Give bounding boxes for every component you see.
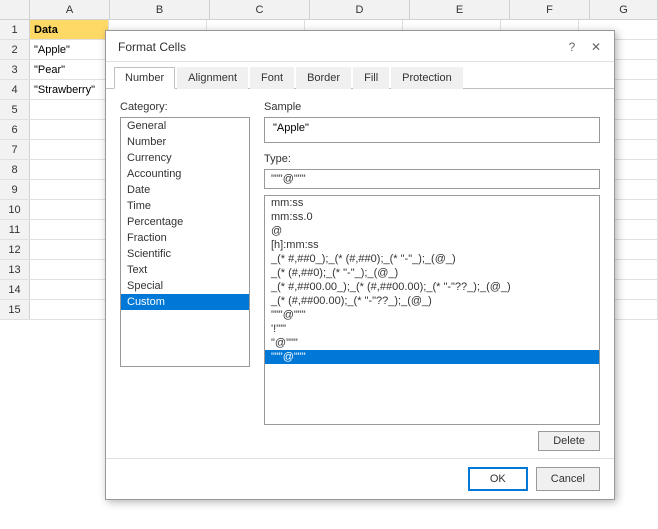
format-item-quote1[interactable]: """@"""	[265, 308, 599, 322]
dialog-footer: OK Cancel	[106, 458, 614, 499]
col-d-header: D	[310, 0, 410, 19]
category-item-currency[interactable]: Currency	[121, 150, 249, 166]
category-item-scientific[interactable]: Scientific	[121, 246, 249, 262]
delete-button[interactable]: Delete	[538, 431, 600, 451]
category-item-number[interactable]: Number	[121, 134, 249, 150]
dialog-titlebar: Format Cells ? ✕	[106, 31, 614, 62]
format-item-accounting1[interactable]: _(* #,##0_);_(* (#,##0);_(* "-"_);_(@_)	[265, 252, 599, 266]
sample-value: "Apple"	[264, 117, 600, 143]
category-item-date[interactable]: Date	[121, 182, 249, 198]
tab-bar: Number Alignment Font Border Fill Protec…	[106, 62, 614, 89]
type-input[interactable]	[264, 169, 600, 189]
close-button[interactable]: ✕	[588, 39, 604, 55]
sample-label: Sample	[264, 101, 600, 113]
tab-fill[interactable]: Fill	[353, 67, 389, 89]
format-item-accounting4[interactable]: _(* (#,##00.00);_(* "-"??_);_(@_)	[265, 294, 599, 308]
row-num-header	[0, 0, 30, 19]
format-item-mmss0[interactable]: mm:ss.0	[265, 210, 599, 224]
category-item-general[interactable]: General	[121, 118, 249, 134]
type-label: Type:	[264, 153, 600, 165]
tab-number[interactable]: Number	[114, 67, 175, 89]
col-e-header: E	[410, 0, 510, 19]
col-f-header: F	[510, 0, 590, 19]
category-section: Category: General Number Currency Accoun…	[120, 101, 250, 451]
cancel-button[interactable]: Cancel	[536, 467, 600, 491]
sample-section: Sample "Apple"	[264, 101, 600, 143]
category-item-special[interactable]: Special	[121, 278, 249, 294]
format-item-accounting2[interactable]: _(* (#,##0);_(* "-"_);_(@_)	[265, 266, 599, 280]
cell-a2[interactable]: "Apple"	[30, 40, 109, 59]
column-headers: A B C D E F G	[0, 0, 658, 20]
category-item-accounting[interactable]: Accounting	[121, 166, 249, 182]
category-item-text[interactable]: Text	[121, 262, 249, 278]
dialog-content: Category: General Number Currency Accoun…	[106, 89, 614, 487]
col-g-header: G	[590, 0, 658, 19]
category-item-time[interactable]: Time	[121, 198, 249, 214]
tab-protection[interactable]: Protection	[391, 67, 463, 89]
format-item-selected[interactable]: """@"""	[265, 350, 599, 364]
right-panel: Sample "Apple" Type: mm:ss mm:ss.0 @ [h]…	[264, 101, 600, 451]
col-b-header: B	[110, 0, 210, 19]
format-cells-dialog: Format Cells ? ✕ Number Alignment Font B…	[105, 30, 615, 500]
category-item-percentage[interactable]: Percentage	[121, 214, 249, 230]
format-item-mmss[interactable]: mm:ss	[265, 196, 599, 210]
cell-a4[interactable]: "Strawberry"	[30, 80, 109, 99]
col-a-header: A	[30, 0, 110, 19]
format-item-exclaim[interactable]: '!'""	[265, 322, 599, 336]
tab-font[interactable]: Font	[250, 67, 294, 89]
col-c-header: C	[210, 0, 310, 19]
cell-a3[interactable]: "Pear"	[30, 60, 109, 79]
category-item-fraction[interactable]: Fraction	[121, 230, 249, 246]
dialog-body: Category: General Number Currency Accoun…	[120, 101, 600, 451]
format-item-at[interactable]: @	[265, 224, 599, 238]
dialog-title: Format Cells	[118, 40, 186, 54]
category-list[interactable]: General Number Currency Accounting Date …	[120, 117, 250, 367]
tab-border[interactable]: Border	[296, 67, 351, 89]
category-label: Category:	[120, 101, 250, 113]
tab-alignment[interactable]: Alignment	[177, 67, 248, 89]
cell-a1[interactable]: Data	[30, 20, 109, 39]
format-item-accounting3[interactable]: _(* #,##00.00_);_(* (#,##00.00);_(* "-"?…	[265, 280, 599, 294]
category-item-custom[interactable]: Custom	[121, 294, 249, 310]
format-item-quote2[interactable]: "@"""	[265, 336, 599, 350]
format-item-hmmss[interactable]: [h]:mm:ss	[265, 238, 599, 252]
ok-button[interactable]: OK	[468, 467, 528, 491]
dialog-controls: ? ✕	[564, 39, 604, 55]
help-button[interactable]: ?	[564, 39, 580, 55]
format-list[interactable]: mm:ss mm:ss.0 @ [h]:mm:ss _(* #,##0_);_(…	[264, 195, 600, 425]
